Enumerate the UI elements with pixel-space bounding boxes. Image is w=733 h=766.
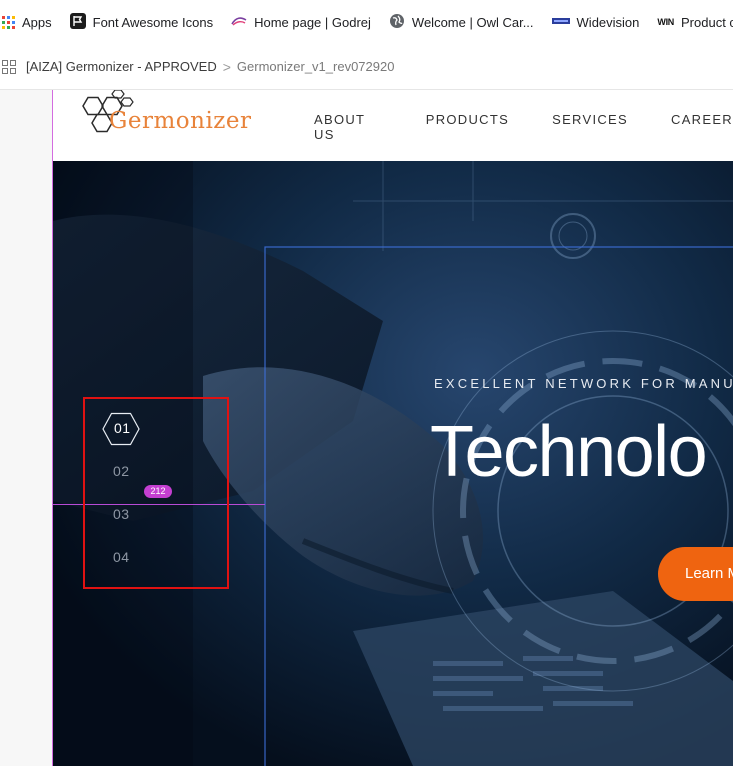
widevision-logo-icon	[551, 15, 570, 30]
left-panel	[0, 90, 52, 766]
win-logo-icon: WIN	[657, 17, 674, 27]
bookmark-owl-car[interactable]: Welcome | Owl Car...	[380, 8, 543, 36]
nav-about-us[interactable]: ABOUT US	[314, 112, 383, 142]
logo-text: Germonizer	[109, 108, 252, 134]
main-nav: ABOUT US PRODUCTS SERVICES CAREER	[314, 112, 733, 142]
breadcrumb-project[interactable]: [AIZA] Germonizer - APPROVED	[26, 59, 217, 74]
hero-eyebrow: EXCELLENT NETWORK FOR MANU	[434, 376, 733, 391]
bookmark-label: Font Awesome Icons	[92, 14, 214, 30]
slide-indicator-01[interactable]: 01	[114, 420, 131, 436]
bookmark-product-categories[interactable]: WIN Product categorie	[648, 8, 733, 36]
slide-indicator-02[interactable]: 02	[113, 463, 130, 479]
flag-icon	[69, 12, 86, 32]
breadcrumb-page[interactable]: Germonizer_v1_rev072920	[237, 59, 395, 74]
learn-more-button[interactable]: Learn M	[658, 547, 733, 601]
hero-section: 01 02 03 04 212 EXCELLENT NETWORK FOR MA…	[53, 161, 733, 766]
nav-services[interactable]: SERVICES	[552, 112, 628, 142]
bookmark-font-awesome[interactable]: Font Awesome Icons	[61, 8, 222, 36]
breadcrumb: [AIZA] Germonizer - APPROVED > Germonize…	[0, 44, 733, 90]
bookmark-apps[interactable]: Apps	[0, 8, 61, 36]
hero-headline: Technolo	[430, 412, 708, 492]
globe-icon	[389, 13, 405, 32]
bookmark-label: Welcome | Owl Car...	[411, 14, 534, 30]
bookmark-label: Widevision	[576, 14, 640, 30]
nav-career[interactable]: CAREER	[671, 112, 733, 142]
godrej-logo-icon	[231, 13, 247, 32]
site-logo[interactable]: Germonizer	[79, 90, 252, 138]
nav-products[interactable]: PRODUCTS	[426, 112, 509, 142]
bookmark-label: Home page | Godrej	[254, 14, 371, 30]
breadcrumb-separator: >	[222, 58, 231, 75]
bookmarks-bar: Apps Font Awesome Icons Home page | Godr…	[0, 0, 733, 45]
bookmark-widevision[interactable]: Widevision	[543, 8, 649, 36]
dimension-badge: 212	[144, 485, 172, 498]
slide-indicator-04[interactable]: 04	[113, 549, 130, 565]
site-header: Germonizer ABOUT US PRODUCTS SERVICES CA…	[53, 90, 733, 161]
grid-icon[interactable]	[2, 59, 16, 74]
bookmark-label: Product categorie	[681, 14, 733, 30]
apps-grid-icon	[2, 15, 15, 29]
slide-indicator-03[interactable]: 03	[113, 506, 130, 522]
bookmark-godrej[interactable]: Home page | Godrej	[222, 8, 380, 36]
bookmark-label: Apps	[22, 14, 52, 30]
